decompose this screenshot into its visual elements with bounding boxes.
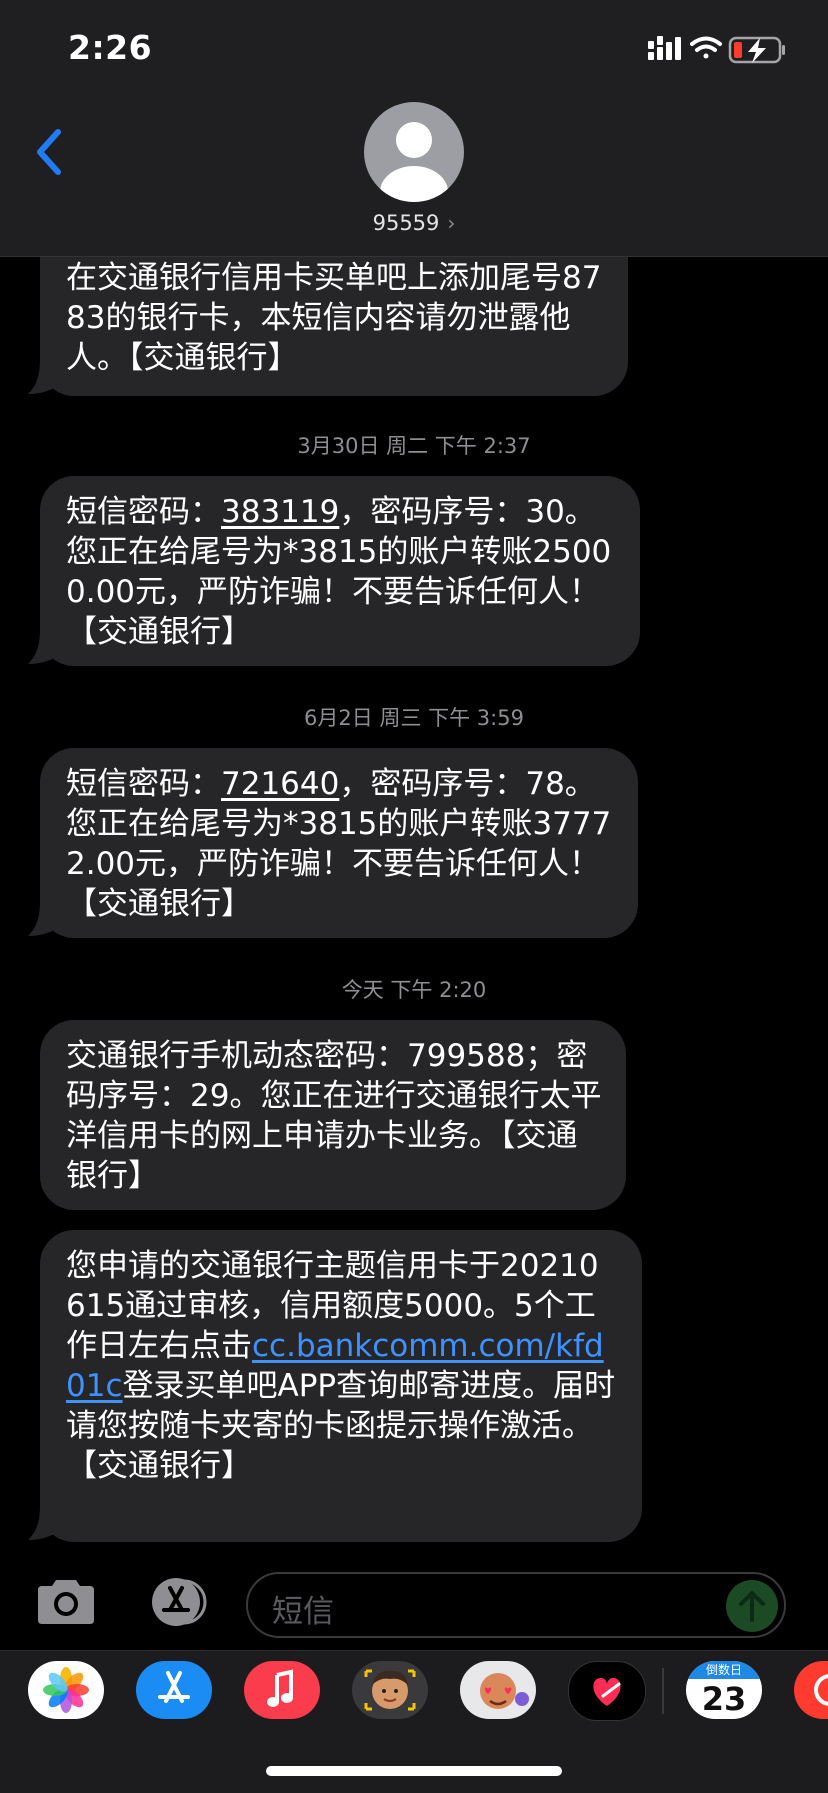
countdown-label: 倒数日 <box>686 1661 762 1679</box>
chevron-right-icon: › <box>447 211 456 235</box>
app-store-icon[interactable] <box>136 1661 212 1719</box>
digital-touch-icon[interactable] <box>568 1661 646 1721</box>
message-bubble[interactable]: 短信密码：721640，密码序号：78。您正在给尾号为*3815的账户转账377… <box>40 748 638 938</box>
bubble-tail <box>28 630 62 664</box>
memoji-icon[interactable] <box>352 1661 428 1719</box>
code-link[interactable]: 721640 <box>221 766 339 802</box>
battery-charging-icon <box>728 36 785 64</box>
bubble-tail <box>28 1506 62 1540</box>
message-text: 交通银行手机动态密码：799588；密码序号：29。您正在进行交通银行太平洋信用… <box>66 1038 602 1194</box>
bubble-tail <box>28 902 62 936</box>
countdown-value: 23 <box>701 1680 747 1718</box>
person-icon <box>380 122 448 202</box>
app-store-button-icon[interactable] <box>140 1576 212 1628</box>
message-bubble[interactable]: 您申请的交通银行主题信用卡于20210615通过审核，信用额度5000。5个工作… <box>40 1230 642 1542</box>
back-chevron-icon[interactable] <box>30 126 70 178</box>
message-text: 在交通银行信用卡买单吧上添加尾号8783的银行卡，本短信内容请勿泄露他人。【交通… <box>66 260 602 376</box>
contact-name[interactable]: 95559 › <box>0 211 828 235</box>
photos-icon[interactable] <box>28 1661 104 1719</box>
countdown-icon[interactable]: 倒数日 23 <box>686 1661 762 1719</box>
status-time: 2:26 <box>68 28 153 67</box>
message-bubble[interactable]: 交通银行手机动态密码：799588；密码序号：29。您正在进行交通银行太平洋信用… <box>40 1020 626 1210</box>
cellular-signal-icon <box>648 36 681 60</box>
message-bubble[interactable]: 短信密码：383119，密码序号：30。您正在给尾号为*3815的账户转账250… <box>40 476 640 666</box>
animoji-icon[interactable] <box>460 1661 536 1719</box>
camera-icon[interactable] <box>34 1576 98 1628</box>
message-text: 短信密码： <box>66 494 221 530</box>
message-text: 登录买单吧APP查询邮寄进度。届时请您按随卡夹寄的卡函提示操作激活。【交通银行】 <box>66 1368 616 1484</box>
home-indicator[interactable] <box>266 1766 562 1776</box>
timestamp: 3月30日 周二 下午 2:37 <box>297 434 531 458</box>
code-link[interactable]: 383119 <box>221 494 339 530</box>
send-arrow-icon[interactable] <box>726 1580 778 1632</box>
status-icons <box>648 36 785 64</box>
message-input[interactable]: 短信 <box>246 1572 786 1638</box>
message-input-placeholder: 短信 <box>272 1594 334 1630</box>
contact-number: 95559 <box>372 211 440 235</box>
music-icon[interactable] <box>244 1661 320 1719</box>
timestamp: 今天 下午 2:20 <box>341 978 487 1002</box>
contact-avatar[interactable] <box>364 102 464 202</box>
bubble-tail <box>28 360 62 394</box>
timestamp: 6月2日 周三 下午 3:59 <box>304 706 524 730</box>
message-text: 短信密码： <box>66 766 221 802</box>
drawer-divider <box>662 1668 664 1714</box>
wifi-icon <box>690 36 722 59</box>
